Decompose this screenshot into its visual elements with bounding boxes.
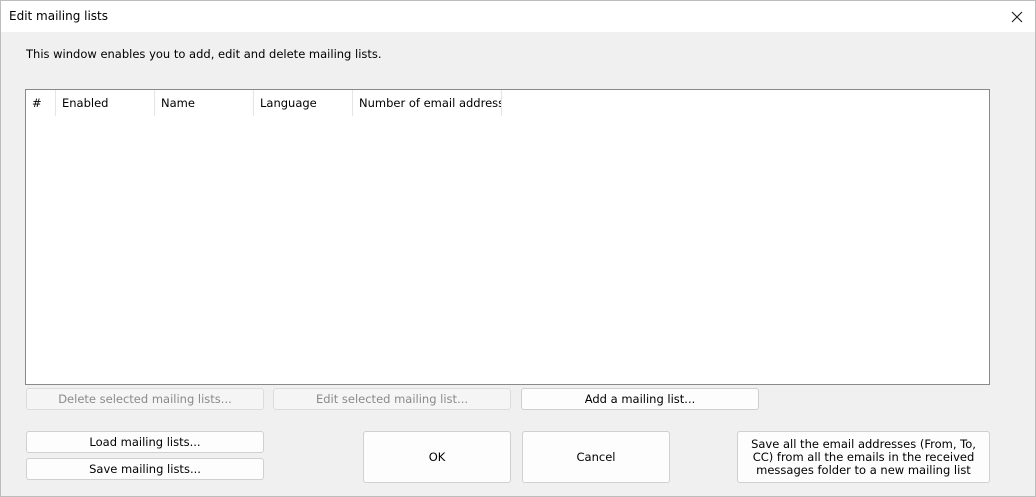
column-header-number[interactable]: # xyxy=(26,90,56,116)
column-header-email-count[interactable]: Number of email addresses xyxy=(353,90,502,116)
ok-button[interactable]: OK xyxy=(363,431,511,483)
column-header-language[interactable]: Language xyxy=(254,90,353,116)
add-mailing-list-button[interactable]: Add a mailing list... xyxy=(521,388,759,410)
column-header-name[interactable]: Name xyxy=(155,90,254,116)
cancel-button[interactable]: Cancel xyxy=(522,431,670,483)
close-icon xyxy=(1011,11,1023,22)
window-title: Edit mailing lists xyxy=(9,9,109,23)
dialog-description: This window enables you to add, edit and… xyxy=(26,47,382,61)
close-button[interactable] xyxy=(999,1,1035,32)
mailing-lists-table[interactable]: # Enabled Name Language Number of email … xyxy=(25,89,990,385)
edit-mailing-lists-dialog: Edit mailing lists This window enables y… xyxy=(0,0,1036,497)
table-header: # Enabled Name Language Number of email … xyxy=(26,90,502,116)
save-mailing-lists-button[interactable]: Save mailing lists... xyxy=(26,458,264,480)
edit-selected-button[interactable]: Edit selected mailing list... xyxy=(273,388,511,410)
save-all-addresses-button[interactable]: Save all the email addresses (From, To, … xyxy=(737,431,990,483)
title-bar: Edit mailing lists xyxy=(1,1,1035,32)
column-header-enabled[interactable]: Enabled xyxy=(56,90,155,116)
load-mailing-lists-button[interactable]: Load mailing lists... xyxy=(26,431,264,453)
delete-selected-button[interactable]: Delete selected mailing lists... xyxy=(26,388,264,410)
